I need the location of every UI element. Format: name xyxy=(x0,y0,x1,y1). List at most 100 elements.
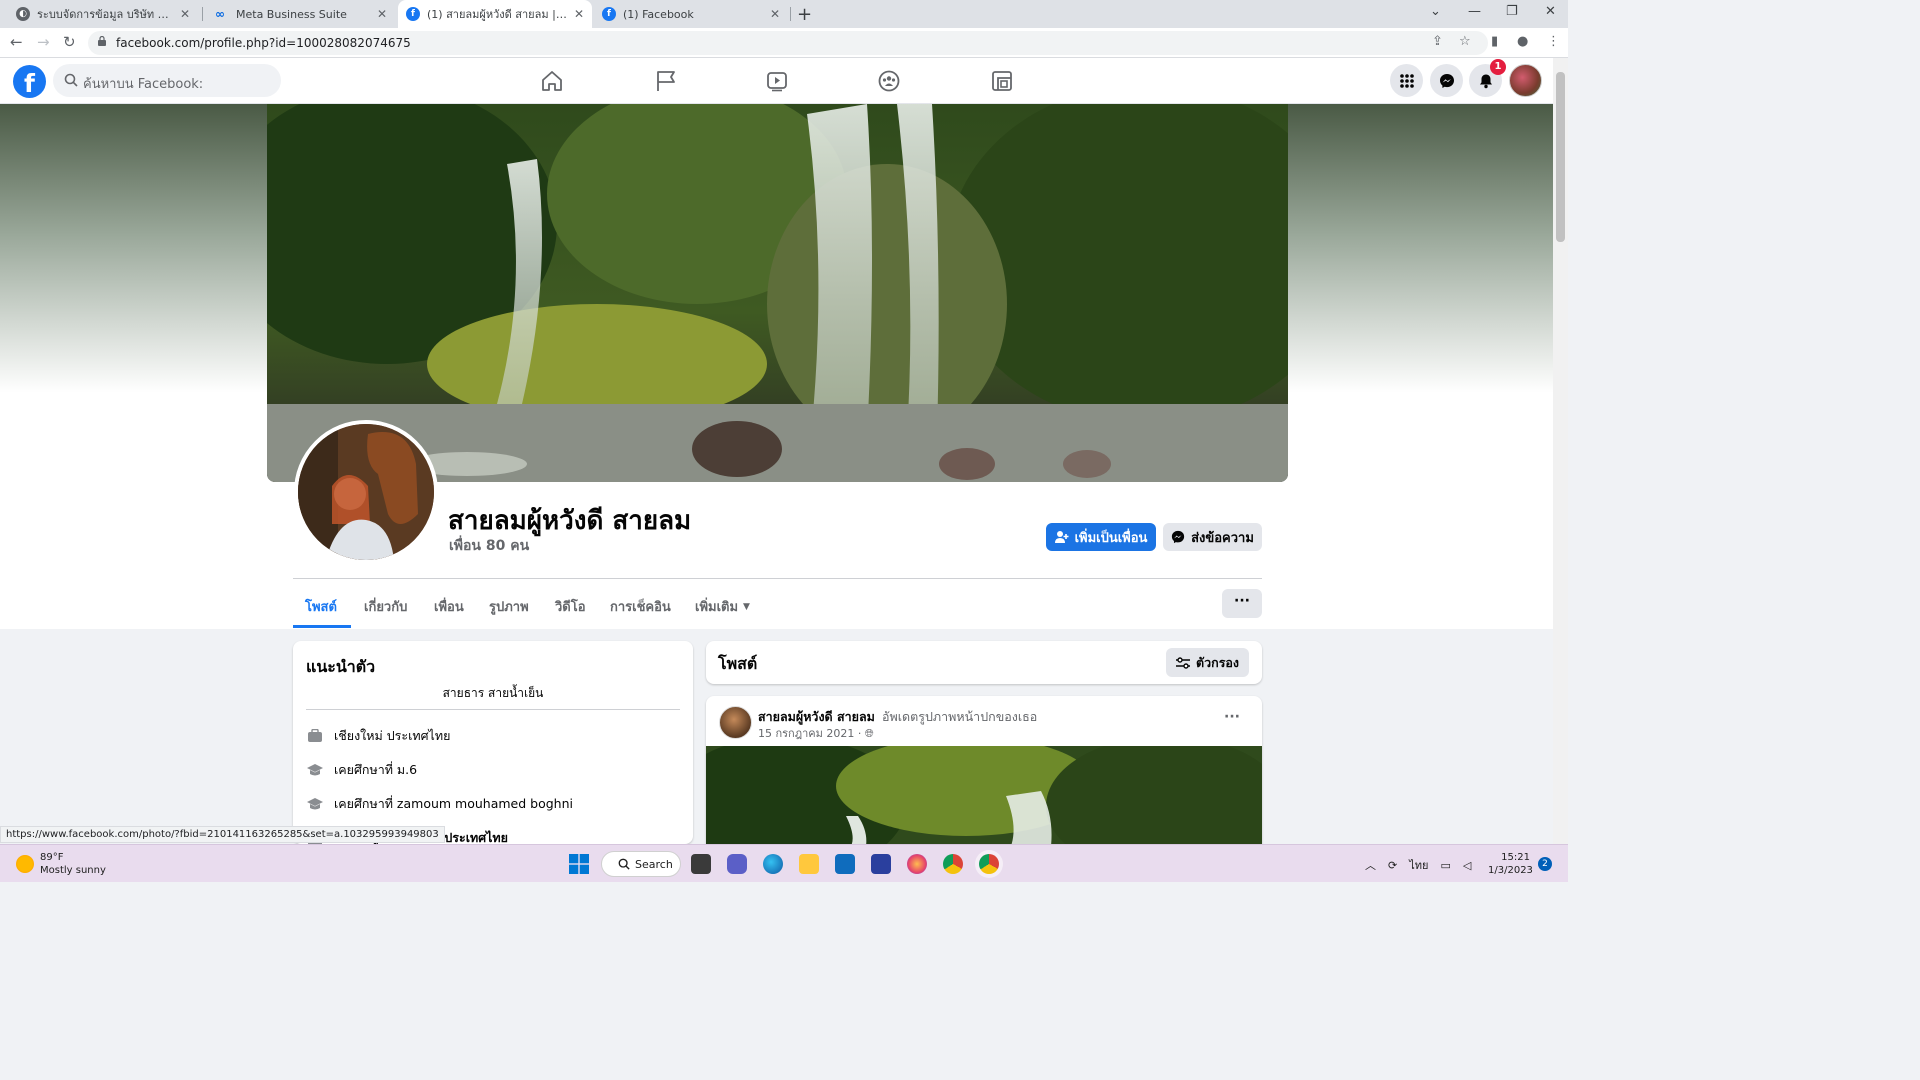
post-image[interactable] xyxy=(706,746,1262,844)
waterfall-cover-image xyxy=(267,104,1288,482)
close-tab-icon[interactable]: ✕ xyxy=(180,7,190,21)
facebook-logo-icon[interactable]: f xyxy=(13,65,46,98)
browser-tab[interactable]: f (1) Facebook ✕ xyxy=(594,0,788,28)
post-date[interactable]: 15 กรกฎาคม 2021 · 🌐︎ xyxy=(758,724,874,742)
tab-friends[interactable]: เพื่อน xyxy=(434,596,464,617)
clock-date: 1/3/2023 xyxy=(1488,865,1533,876)
intro-item: เชียงใหม่ ประเทศไทย xyxy=(306,726,450,746)
weather-temp: 89°F xyxy=(40,852,64,863)
menu-icon[interactable]: ⋮ xyxy=(1547,34,1560,49)
close-tab-icon[interactable]: ✕ xyxy=(574,7,584,21)
menu-grid-button[interactable] xyxy=(1390,64,1423,97)
friend-count[interactable]: เพื่อน 80 คน xyxy=(449,535,529,557)
page-scrollbar[interactable] xyxy=(1553,58,1568,844)
intro-item-text: เชียงใหม่ ประเทศไทย xyxy=(334,728,451,743)
weather-widget[interactable]: 89°F Mostly sunny xyxy=(16,851,106,877)
teams-chat-icon[interactable] xyxy=(727,854,747,874)
send-message-button[interactable]: ส่งข้อความ xyxy=(1163,523,1262,551)
scrollbar-thumb[interactable] xyxy=(1556,72,1565,242)
chrome-active-icon[interactable] xyxy=(979,854,999,874)
taskbar-search-label: Search xyxy=(635,857,673,871)
post-action-text: อัพเดตรูปภาพหน้าปกของเธอ xyxy=(882,709,1038,724)
caret-down-icon: ▼ xyxy=(743,601,750,612)
firefox-icon[interactable] xyxy=(907,854,927,874)
messenger-button[interactable] xyxy=(1430,64,1463,97)
clock[interactable]: 15:21 1/3/2023 xyxy=(1488,851,1533,877)
notification-center-badge[interactable]: 2 xyxy=(1538,857,1552,871)
language-indicator[interactable]: ไทย xyxy=(1409,856,1428,874)
minimize-button[interactable]: — xyxy=(1468,4,1481,19)
edge-browser-icon[interactable] xyxy=(763,854,783,874)
close-tab-icon[interactable]: ✕ xyxy=(770,7,780,21)
pages-flag-nav-icon[interactable] xyxy=(655,70,677,92)
taskbar-search[interactable]: Search xyxy=(601,851,681,877)
intro-item: เคยศึกษาที่ zamoum mouhamed boghni xyxy=(306,794,573,814)
close-tab-icon[interactable]: ✕ xyxy=(377,7,387,21)
lock-icon xyxy=(98,36,106,46)
browser-tab-active[interactable]: f (1) สายลมผู้หวังดี สายลม | สายลมผู้หวั… xyxy=(398,0,592,28)
send-message-label: ส่งข้อความ xyxy=(1191,530,1254,546)
filter-sliders-icon xyxy=(1175,656,1190,669)
bookmark-star-icon[interactable]: ☆ xyxy=(1459,34,1471,49)
browser-tab[interactable]: ∞ Meta Business Suite ✕ xyxy=(203,0,395,28)
tab-more-label: เพิ่มเติม xyxy=(695,600,739,615)
status-bar-link: https://www.facebook.com/photo/?fbid=210… xyxy=(0,826,445,843)
profile-more-button[interactable]: ··· xyxy=(1222,589,1262,618)
app-icon[interactable] xyxy=(871,854,891,874)
search-icon xyxy=(64,73,78,87)
active-tab-indicator xyxy=(293,625,351,628)
tab-checkins[interactable]: การเช็คอิน xyxy=(610,596,671,617)
facebook-favicon-icon: f xyxy=(406,7,420,21)
globe-privacy-icon: 🌐︎ xyxy=(864,727,874,740)
add-friend-button[interactable]: เพิ่มเป็นเพื่อน xyxy=(1046,523,1156,551)
browser-tab[interactable]: ◐ ระบบจัดการข้อมูล บริษัท โชคลูกน็อต ...… xyxy=(8,0,198,28)
intro-item-text: เคยศึกษาที่ ม.6 xyxy=(334,762,418,777)
bell-icon xyxy=(1479,74,1492,88)
profile-picture[interactable] xyxy=(294,420,438,564)
tab-videos[interactable]: วิดีโอ xyxy=(555,596,586,617)
side-panel-icon[interactable]: ▮ xyxy=(1491,34,1498,49)
gaming-nav-icon[interactable] xyxy=(991,70,1013,92)
volume-icon[interactable]: ◁ xyxy=(1463,859,1471,872)
post-author-avatar[interactable] xyxy=(719,706,752,739)
restore-button[interactable]: ❐ xyxy=(1506,4,1518,19)
chrome-icon[interactable] xyxy=(943,854,963,874)
address-bar[interactable]: facebook.com/profile.php?id=100028082074… xyxy=(88,31,1488,55)
mail-icon[interactable] xyxy=(835,854,855,874)
groups-nav-icon[interactable] xyxy=(878,70,900,92)
intro-divider xyxy=(306,709,680,710)
windows-start-icon[interactable] xyxy=(569,854,589,874)
messenger-icon xyxy=(1171,530,1185,544)
tab-more[interactable]: เพิ่มเติม ▼ xyxy=(695,596,750,617)
post-options-button[interactable]: ··· xyxy=(1224,709,1240,725)
share-icon[interactable]: ⇪ xyxy=(1432,34,1443,49)
watch-video-nav-icon[interactable] xyxy=(766,70,788,92)
home-nav-icon[interactable] xyxy=(541,70,563,92)
network-icon[interactable]: ▭ xyxy=(1440,859,1450,872)
new-tab-button[interactable]: + xyxy=(797,4,812,25)
intro-title: แนะนำตัว xyxy=(306,657,376,676)
task-view-icon[interactable] xyxy=(691,854,711,874)
account-avatar[interactable] xyxy=(1509,64,1542,97)
back-button[interactable]: ← xyxy=(10,33,23,51)
facebook-search-input[interactable]: ค้นหาบน Facebook: xyxy=(53,64,281,97)
tab-photos[interactable]: รูปภาพ xyxy=(489,596,529,617)
close-window-button[interactable]: ✕ xyxy=(1545,4,1556,19)
reload-button[interactable]: ↻ xyxy=(63,33,76,51)
sync-icon[interactable]: ⟳ xyxy=(1388,859,1397,872)
messenger-icon xyxy=(1439,73,1454,88)
waterfall-post-image xyxy=(706,746,1262,844)
file-explorer-icon[interactable] xyxy=(799,854,819,874)
cover-photo[interactable] xyxy=(267,104,1288,482)
filter-button[interactable]: ตัวกรอง xyxy=(1166,648,1249,677)
system-tray: ︿ ⟳ ไทย ▭ ◁ xyxy=(1365,856,1471,874)
tab-about[interactable]: เกี่ยวกับ xyxy=(364,596,407,617)
browser-toolbar: ← → ↻ facebook.com/profile.php?id=100028… xyxy=(0,28,1568,58)
tab-search-icon[interactable]: ⌄ xyxy=(1430,4,1441,19)
weather-condition: Mostly sunny xyxy=(40,865,106,876)
forward-button[interactable]: → xyxy=(37,33,50,51)
globe-icon: ◐ xyxy=(16,7,30,21)
profile-icon[interactable]: ● xyxy=(1517,34,1528,49)
chevron-up-icon[interactable]: ︿ xyxy=(1365,857,1376,873)
tab-posts[interactable]: โพสต์ xyxy=(305,596,337,617)
